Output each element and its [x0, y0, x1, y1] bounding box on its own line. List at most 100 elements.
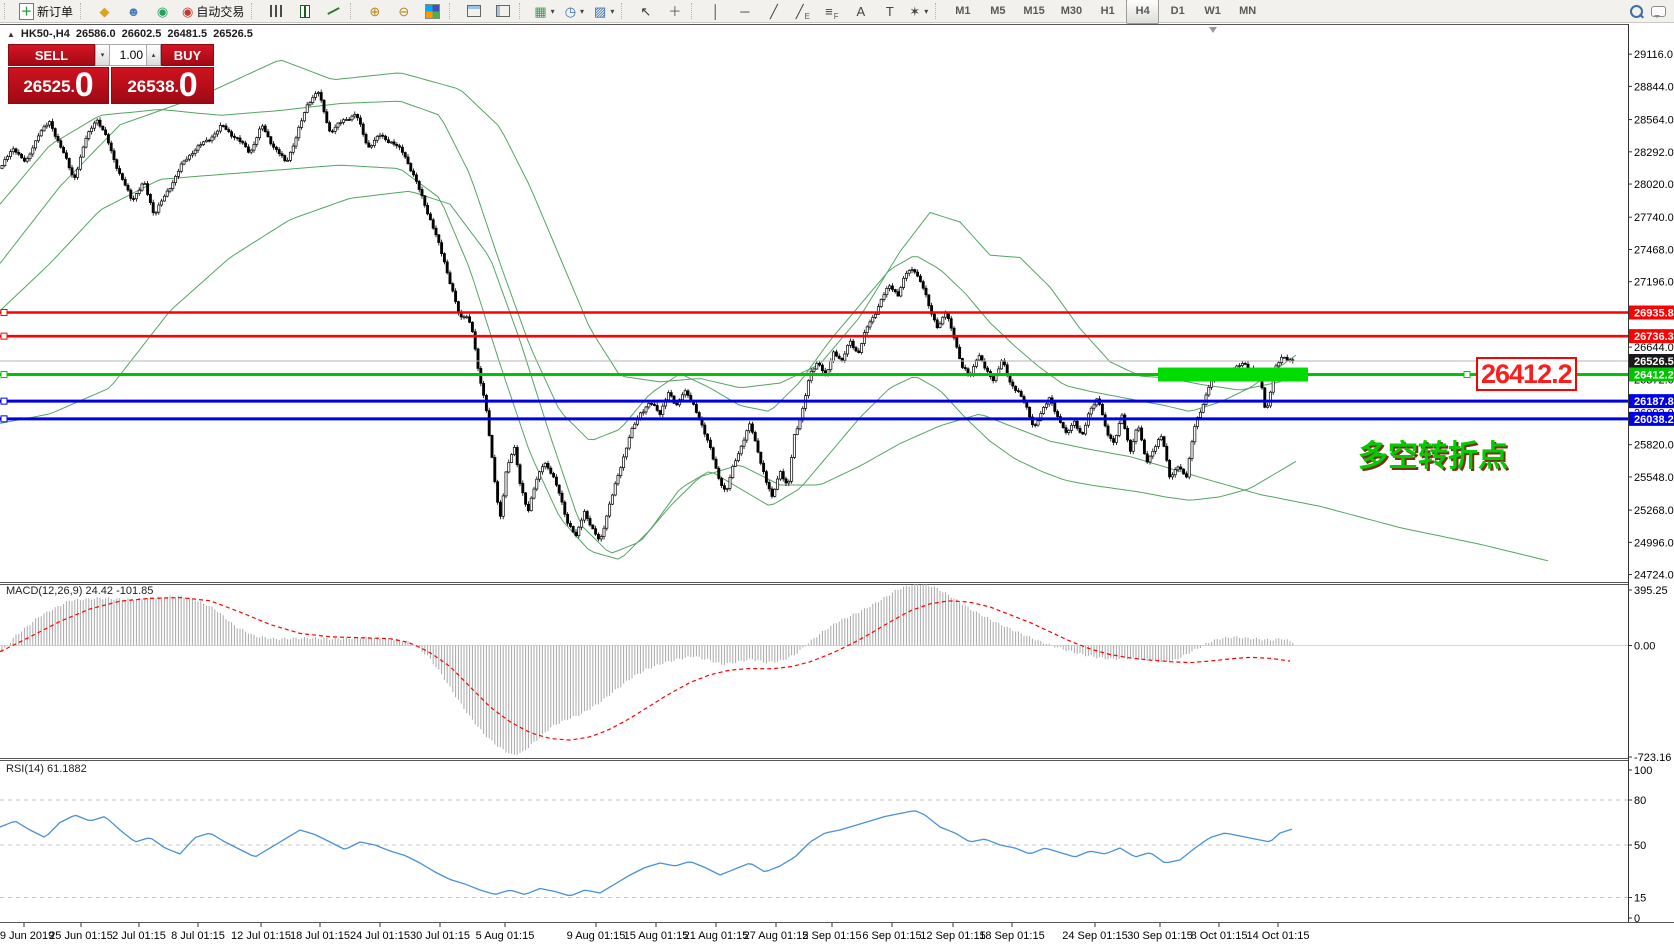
price-tick: 27740.0 — [1634, 212, 1674, 224]
styles-icon-button[interactable]: ◆ — [91, 1, 118, 22]
timeframe-m15-button[interactable]: M15 — [1016, 0, 1051, 24]
chat-icon[interactable] — [1651, 5, 1666, 18]
price-line-badge-text: 26736.3 — [1634, 331, 1674, 343]
candle-chart-type-button[interactable] — [291, 1, 318, 22]
chevron-down-icon[interactable]: ▾ — [610, 7, 614, 16]
equidistant-channel-button[interactable]: ╱ E — [789, 1, 816, 22]
auto-trading-button[interactable]: ◉ 自动交易 — [178, 1, 248, 22]
sell-price-display[interactable]: 26525. 0 — [8, 67, 109, 104]
price-tick: 25548.0 — [1634, 472, 1674, 484]
line-chart-type-button[interactable] — [320, 1, 347, 22]
bar-chart-type-icon — [269, 5, 282, 17]
date-tick: 8 Oct 01:15 — [1191, 930, 1248, 942]
line-handle[interactable] — [1463, 371, 1471, 379]
volume-down-button[interactable]: ▾ — [95, 44, 110, 66]
line-handle[interactable] — [0, 397, 8, 405]
text-button[interactable]: A — [847, 1, 874, 22]
candle-chart-type-icon — [299, 4, 310, 18]
vertical-line-button[interactable]: │ — [702, 1, 729, 22]
date-tick: 27 Aug 01:15 — [744, 930, 809, 942]
date-tick: 2 Sep 01:15 — [802, 930, 861, 942]
signal-icon-icon: ◉ — [156, 3, 169, 19]
cursor-button[interactable]: ↖ — [632, 1, 659, 22]
price-tick: 26644.0 — [1634, 342, 1674, 354]
price-line-badge-text: 26935.8 — [1634, 308, 1674, 320]
buy-price-big-digit: 0 — [178, 66, 198, 104]
toolbar-group-handle — [251, 3, 257, 19]
price-tick: 28844.0 — [1634, 81, 1674, 93]
date-tick: 24 Jul 01:15 — [350, 930, 410, 942]
new-order-button[interactable]: ＋新订单 — [15, 1, 77, 22]
toolbar-group-handle — [935, 3, 941, 19]
arrows-button[interactable]: ✶ ▾ — [905, 1, 932, 22]
new-chart-icon: ▦ — [534, 3, 547, 19]
search-icon[interactable] — [1630, 4, 1643, 18]
tile-windows-button[interactable] — [419, 1, 446, 22]
collapse-panel-icon[interactable]: ▲ — [7, 30, 15, 39]
timeframe-m5-button[interactable]: M5 — [981, 0, 1014, 24]
chevron-down-icon[interactable]: ▾ — [924, 7, 928, 16]
timeframe-h1-button[interactable]: H1 — [1091, 0, 1124, 24]
profile-icon-icon: ☻ — [126, 3, 141, 19]
zoom-out-button[interactable]: ⊖ — [390, 1, 417, 22]
volume-input[interactable] — [110, 44, 146, 66]
sub-letter: E — [804, 11, 810, 21]
signal-icon-button[interactable]: ◉ — [149, 1, 176, 22]
timeframe-mn-button[interactable]: MN — [1231, 0, 1264, 24]
templates-button[interactable]: ▨ ▾ — [590, 1, 618, 22]
horizontal-line-button[interactable]: ─ — [731, 1, 758, 22]
chevron-down-icon[interactable]: ▾ — [580, 7, 584, 16]
buy-price-display[interactable]: 26538. 0 — [111, 67, 214, 104]
rsi-axis-tick: 0 — [1634, 913, 1640, 925]
crosshair-button[interactable]: ＋ — [661, 1, 688, 22]
date-tick: 8 Jul 01:15 — [171, 930, 225, 942]
line-handle[interactable] — [0, 371, 8, 379]
timeframe-d1-button[interactable]: D1 — [1161, 0, 1194, 24]
arrange-horizontal-button[interactable] — [460, 1, 487, 22]
profile-icon-button[interactable]: ☻ — [120, 1, 147, 22]
chevron-down-icon[interactable]: ▾ — [551, 7, 555, 16]
date-tick: 9 Aug 01:15 — [567, 930, 626, 942]
line-handle[interactable] — [0, 309, 8, 317]
ohlc-close: 26526.5 — [213, 28, 253, 40]
arrange-vertical-button[interactable] — [489, 1, 516, 22]
text-label-button[interactable]: T — [876, 1, 903, 22]
ohlc-low: 26481.5 — [167, 28, 208, 40]
fibonacci-button[interactable]: ≡ F — [818, 1, 845, 22]
turning-point-annotation[interactable]: 多空转折点 — [1358, 431, 1508, 475]
date-tick: 19 Jun 2019 — [0, 930, 54, 942]
macd-axis-tick: 395.25 — [1634, 585, 1668, 597]
chart-canvas[interactable]: 29116.0 28844.0 28564.0 28292.0 28020.0 27740… — [0, 24, 1674, 946]
macd-indicator-label: MACD(12,26,9) 24.42 -101.85 — [6, 585, 154, 597]
trendline-button[interactable]: ╱ — [760, 1, 787, 22]
chart-window[interactable]: 29116.0 28844.0 28564.0 28292.0 28020.0 27740… — [0, 24, 1674, 946]
price-level-callout[interactable]: 26412.2 — [1476, 357, 1577, 391]
rsi-axis-tick: 15 — [1634, 893, 1646, 905]
support-highlight-box[interactable] — [1158, 367, 1308, 382]
price-axis[interactable]: 29116.0 28844.0 28564.0 28292.0 28020.0 27740… — [1628, 24, 1674, 925]
price-tick: 24996.0 — [1634, 537, 1674, 549]
line-handle[interactable] — [0, 332, 8, 340]
timeframe-w1-button[interactable]: W1 — [1196, 0, 1229, 24]
timeframe-h4-button[interactable]: H4 — [1126, 0, 1160, 24]
line-handle[interactable] — [0, 415, 8, 423]
sell-button[interactable]: SELL — [8, 44, 95, 66]
profiles-clock-button[interactable]: ◷ ▾ — [561, 1, 588, 22]
text-icon: A — [856, 3, 866, 19]
macd-axis-tick: 0.00 — [1634, 641, 1655, 653]
price-tick: 28292.0 — [1634, 147, 1674, 159]
buy-button[interactable]: BUY — [161, 44, 214, 66]
price-tick: 29116.0 — [1634, 49, 1673, 61]
trendline-icon: ╱ — [769, 3, 778, 19]
new-chart-button[interactable]: ▦ ▾ — [530, 1, 558, 22]
auto-trading-icon: ◉ — [182, 3, 194, 19]
bar-chart-type-button[interactable] — [262, 1, 289, 22]
price-tick: 27196.0 — [1634, 277, 1674, 289]
cursor-icon: ↖ — [640, 3, 652, 19]
one-click-trading-panel: SELL ▾ ▴ BUY 26525.0 26538.0 — [8, 44, 214, 104]
templates-icon: ▨ — [594, 3, 607, 19]
zoom-in-button[interactable]: ⊕ — [361, 1, 388, 22]
timeframe-m1-button[interactable]: M1 — [946, 0, 979, 24]
volume-up-button[interactable]: ▴ — [146, 44, 161, 66]
timeframe-m30-button[interactable]: M30 — [1054, 0, 1089, 24]
